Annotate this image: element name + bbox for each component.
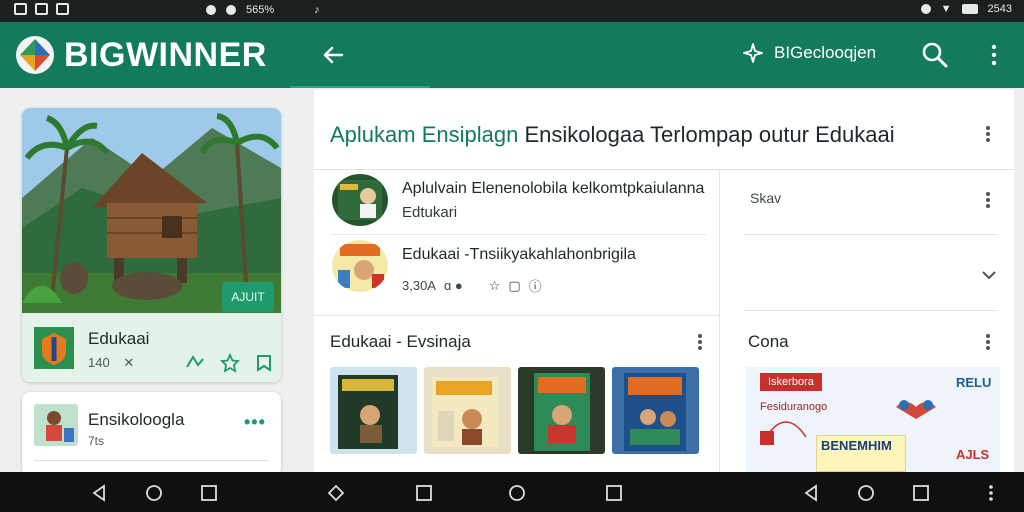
location-icon — [920, 4, 931, 14]
list-card-meta: 7ts — [88, 434, 105, 448]
app-action-label: BIGeclooqjen — [774, 43, 877, 62]
app-bar: BIGWINNER BIGeclooqjen — [0, 22, 1024, 88]
status-left-icons — [14, 3, 69, 15]
nav-recents-icon[interactable] — [605, 484, 623, 502]
divider — [314, 315, 719, 316]
arrow-left-icon — [323, 46, 344, 64]
featured-card[interactable]: AJUIT Edukaai 140 ✕ — [22, 108, 281, 382]
share-icon[interactable] — [184, 353, 206, 371]
book-cover[interactable] — [518, 367, 605, 454]
search-button[interactable] — [920, 40, 950, 70]
nav-recents-icon[interactable] — [415, 484, 433, 502]
more-vert-icon[interactable] — [980, 332, 996, 352]
divider — [34, 460, 269, 461]
more-vert-icon[interactable] — [980, 190, 996, 210]
featured-card-title: Edukaai — [88, 329, 150, 348]
back-button[interactable] — [318, 40, 348, 70]
divider — [744, 234, 998, 235]
book-carousel — [330, 367, 699, 454]
status-clock: 2543 — [987, 3, 1012, 15]
nav-home-icon[interactable] — [857, 484, 875, 502]
more-vert-icon — [991, 44, 997, 66]
featured-card-actions — [184, 353, 274, 373]
section-title: Cona — [748, 332, 789, 351]
system-nav-bar — [0, 472, 1024, 512]
nav-back-icon[interactable] — [90, 484, 108, 502]
bookmark-icon[interactable] — [254, 353, 274, 373]
page-title-accent: Aplukam Ensiplagn — [330, 122, 519, 147]
nav-assistant-icon[interactable] — [327, 484, 345, 502]
list-card-thumbnail — [34, 404, 78, 446]
gallery-icon — [56, 3, 69, 15]
sparkle-icon — [743, 43, 763, 63]
main-panel: Aplukam Ensiplagn Ensikologaa Terlompap … — [314, 90, 1014, 472]
book-cover[interactable] — [612, 367, 699, 454]
camera-icon — [35, 3, 48, 15]
alarm-icon — [226, 5, 236, 15]
chevron-down-icon[interactable] — [980, 266, 998, 284]
bookmark-icon[interactable]: ▢ — [508, 278, 520, 294]
status-middle: 565% ♪ — [206, 4, 320, 16]
music-icon: ♪ — [314, 4, 320, 16]
divider — [744, 310, 998, 311]
search-icon — [922, 42, 948, 68]
book-cover[interactable] — [330, 367, 417, 454]
list-card[interactable]: Ensikoloogla 7ts ••• — [22, 392, 281, 476]
page-title-rest: Ensikologaa Terlompap outur Edukaai — [518, 122, 895, 147]
more-vert-icon[interactable] — [980, 124, 996, 144]
more-horiz-icon[interactable]: ••• — [244, 412, 266, 433]
list-item[interactable]: Aplulvain Elenenolobila kelkomtpkaiulann… — [330, 174, 710, 234]
nav-home-icon[interactable] — [145, 484, 163, 502]
brand-logo[interactable] — [16, 36, 54, 74]
list-item-count: 3,30A — [402, 278, 436, 293]
featured-card-footer: Edukaai 140 ✕ — [22, 313, 281, 382]
list-item-subtitle: Edtukari — [402, 204, 458, 221]
more-vert-icon[interactable] — [692, 332, 708, 352]
tag-icon: ɑ ● — [443, 278, 463, 293]
nav-back-icon[interactable] — [802, 484, 820, 502]
separator-icon: ✕ — [123, 355, 135, 370]
app-action-button[interactable]: BIGeclooqjen — [742, 42, 876, 64]
promo-banner[interactable]: Iskerbora RELU Fesiduranogo BENEMHIM AJL… — [746, 367, 1000, 472]
page-title: Aplukam Ensiplagn Ensikologaa Terlompap … — [330, 122, 895, 148]
side-panel-label: Skav — [750, 190, 782, 206]
book-cover[interactable] — [424, 367, 511, 454]
nav-more-icon[interactable] — [982, 484, 1000, 502]
overflow-menu-button[interactable] — [984, 40, 1004, 70]
column-divider — [719, 170, 720, 472]
battery-icon — [961, 4, 978, 14]
status-percent: 565% — [246, 4, 275, 16]
star-icon[interactable]: ☆ — [489, 278, 501, 294]
star-icon[interactable] — [220, 353, 240, 373]
list-item-thumbnail — [332, 240, 388, 292]
brand-name: BIGWINNER — [64, 36, 267, 74]
wifi-icon: ▼ — [940, 3, 952, 15]
app-thumbnail — [34, 327, 74, 369]
nav-recents-icon[interactable] — [200, 484, 218, 502]
main-header: Aplukam Ensiplagn Ensikologaa Terlompap … — [314, 90, 1014, 170]
list-item-meta: 3,30A ɑ ● ☆ ▢ ⓘ — [402, 276, 542, 295]
hero-badge[interactable]: AJUIT — [222, 282, 274, 312]
status-right-icons: ▼ 2543 — [920, 3, 1012, 15]
divider — [330, 234, 706, 235]
bluetooth-icon — [206, 5, 216, 15]
info-icon[interactable]: ⓘ — [529, 276, 542, 295]
list-item-title: Edukaai -Tnsiikyakahlahonbrigila — [402, 246, 636, 263]
nav-home-icon[interactable] — [508, 484, 526, 502]
promo-side-label: AJLS — [956, 447, 990, 462]
featured-card-count: 140 — [88, 355, 110, 370]
tab-indicator — [290, 86, 430, 88]
promo-book-title: BENEMHIM — [816, 435, 906, 472]
list-item-thumbnail — [332, 174, 388, 226]
section-title: Edukaai - Evsinaja — [330, 332, 471, 351]
featured-card-meta: 140 ✕ — [88, 355, 134, 371]
list-item[interactable]: Edukaai -Tnsiikyakahlahonbrigila 3,30A ɑ… — [330, 240, 710, 304]
nav-recents-icon[interactable] — [912, 484, 930, 502]
list-card-title: Ensikoloogla — [88, 410, 185, 429]
notification-icon — [14, 3, 27, 15]
list-item-title: Aplulvain Elenenolobila kelkomtpkaiulann… — [402, 180, 705, 197]
status-bar: 565% ♪ ▼ 2543 — [0, 0, 1024, 22]
